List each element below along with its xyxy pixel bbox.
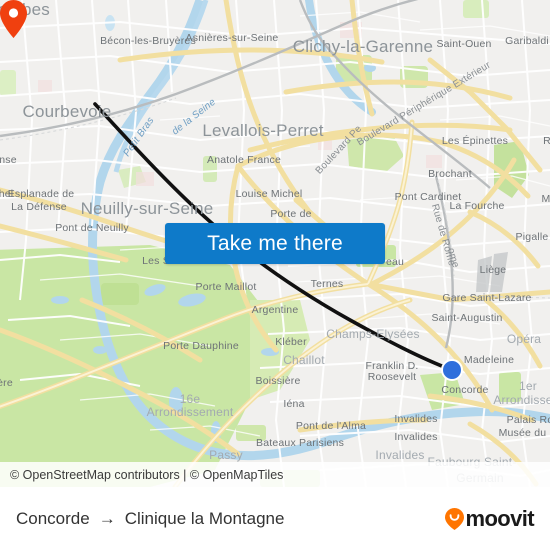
attribution-text[interactable]: © OpenStreetMap contributors | © OpenMap… — [0, 468, 283, 482]
route-origin-label: Concorde — [16, 508, 90, 528]
origin-marker-dot[interactable] — [441, 359, 463, 381]
take-me-there-button[interactable]: Take me there — [165, 223, 385, 264]
map-canvas[interactable]: lombesBécon-les-BruyèresAsnières-sur-Sei… — [0, 0, 550, 487]
destination-marker-icon[interactable] — [0, 0, 27, 38]
footer-bar: Concorde → Clinique la Montagne moovit — [0, 487, 550, 550]
moovit-logo[interactable]: moovit — [445, 505, 535, 531]
moovit-pin-icon — [445, 507, 465, 530]
map-attribution-bar: © OpenStreetMap contributors | © OpenMap… — [0, 462, 550, 487]
route-summary: Concorde → Clinique la Montagne — [16, 509, 284, 529]
arrow-right-icon: → — [98, 509, 116, 528]
route-destination-label: Clinique la Montagne — [124, 508, 285, 528]
moovit-map-screen: lombesBécon-les-BruyèresAsnières-sur-Sei… — [0, 0, 550, 550]
moovit-wordmark: moovit — [465, 505, 534, 531]
